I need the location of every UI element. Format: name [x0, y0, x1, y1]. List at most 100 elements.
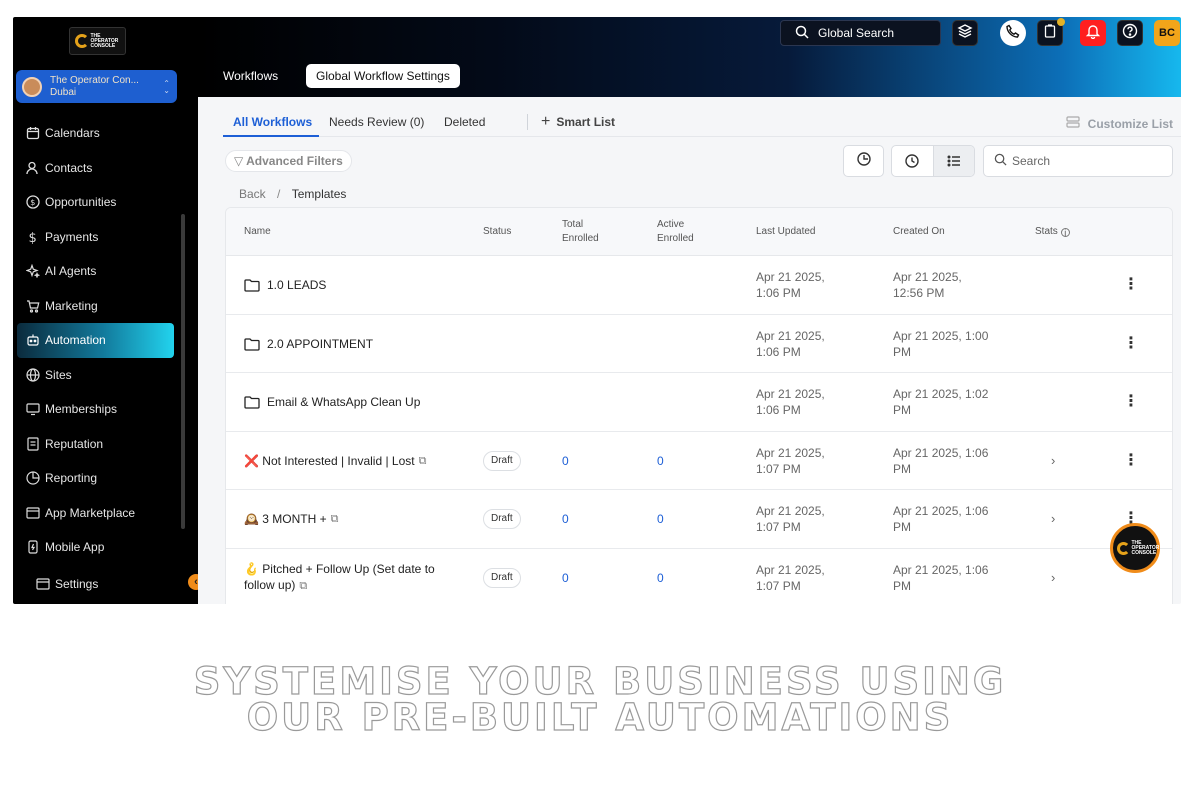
help-button[interactable] — [1117, 20, 1143, 46]
row-active-enrolled[interactable]: 0 — [657, 549, 664, 605]
notes-button[interactable] — [1037, 18, 1065, 46]
contacts-icon — [25, 160, 41, 176]
advanced-filters-label: Advanced Filters — [246, 154, 343, 168]
membership-icon — [25, 401, 41, 417]
row-name[interactable]: 🪝 Pitched + Follow Up (Set date to follo… — [244, 549, 435, 605]
table-row[interactable]: 2.0 APPOINTMENT Apr 21 2025, 1:06 PM Apr … — [226, 315, 1172, 373]
row-stats-button[interactable]: › — [1051, 490, 1055, 548]
table-row[interactable]: 1.0 LEADS Apr 21 2025, 1:06 PM Apr 21 202… — [226, 256, 1172, 315]
external-link-icon[interactable]: ⧉ — [299, 580, 307, 592]
sidebar-item-ai-agents[interactable]: AI Agents — [25, 254, 175, 289]
row-menu-button[interactable]: ⋮ — [1123, 432, 1139, 490]
logo-text: THE OPERATOR CONSOLE — [90, 32, 119, 49]
floating-brand-badge[interactable]: THE OPERATOR CONSOLE — [1110, 523, 1160, 573]
info-icon: i — [1060, 227, 1070, 237]
clock-view-button[interactable] — [892, 146, 933, 176]
sidebar-item-contacts[interactable]: Contacts — [25, 151, 175, 186]
row-total-enrolled[interactable]: 0 — [562, 490, 569, 548]
row-name[interactable]: Email & WhatsApp Clean Up — [244, 373, 420, 431]
global-search-button[interactable]: Global Search — [780, 20, 941, 46]
advanced-filters-button[interactable]: ▽ Advanced Filters — [225, 150, 352, 172]
sidebar-item-settings[interactable]: Settings — [35, 567, 175, 602]
col-last-updated[interactable]: Last Updated — [756, 208, 816, 256]
sidebar-item-app-marketplace[interactable]: App Marketplace — [25, 496, 175, 531]
row-last-updated: Apr 21 2025, 1:07 PM — [756, 504, 825, 534]
row-created-on: Apr 21 2025, 1:00 PM — [893, 328, 989, 359]
headline-line-1: SYSTEMISE YOUR BUSINESS USING — [193, 660, 1007, 703]
sidebar-item-label: Opportunities — [45, 195, 117, 210]
breadcrumb-separator: / — [277, 187, 281, 201]
sidebar-item-automation[interactable]: Automation — [17, 323, 174, 358]
external-link-icon[interactable]: ⧉ — [419, 453, 427, 469]
view-toggle[interactable] — [891, 145, 975, 177]
row-active-enrolled[interactable]: 0 — [657, 490, 664, 548]
row-active-enrolled[interactable]: 0 — [657, 432, 664, 490]
divider — [527, 114, 528, 130]
sidebar-item-calendars[interactable]: Calendars — [25, 116, 175, 151]
sidebar-scrollbar[interactable] — [181, 214, 185, 529]
clock-icon — [905, 154, 920, 168]
table-row[interactable]: 🕰️ 3 MONTH + ⧉ Draft 0 0 Apr 21 2025, 1:0… — [226, 490, 1172, 549]
sidebar-item-payments[interactable]: $ Payments — [25, 220, 175, 255]
robot-icon — [25, 332, 41, 348]
row-stats-button[interactable]: › — [1051, 432, 1055, 490]
phone-button[interactable] — [1000, 20, 1026, 46]
external-link-icon[interactable]: ⧉ — [331, 511, 339, 527]
row-stats-button[interactable]: › — [1051, 549, 1055, 605]
table-row[interactable]: Email & WhatsApp Clean Up Apr 21 2025, 1:… — [226, 373, 1172, 432]
folder-icon — [244, 278, 260, 292]
sidebar-item-label: Reporting — [45, 471, 98, 486]
col-total-enrolled[interactable]: Total Enrolled — [562, 208, 599, 256]
row-total-enrolled[interactable]: 0 — [562, 432, 569, 490]
tab-deleted[interactable]: Deleted — [444, 115, 485, 129]
sidebar-item-marketing[interactable]: Marketing — [25, 289, 175, 324]
smart-list-button[interactable]: + Smart List — [541, 113, 615, 131]
row-name[interactable]: 🕰️ 3 MONTH + ⧉ — [244, 490, 338, 548]
breadcrumb-back[interactable]: Back — [239, 187, 266, 201]
sidebar-item-sites[interactable]: Sites — [25, 358, 175, 393]
sidebar-item-memberships[interactable]: Memberships — [25, 392, 175, 427]
sidebar-item-label: Sites — [45, 367, 72, 382]
chevron-updown-icon: ⌃ ⌄ — [163, 79, 170, 95]
col-status[interactable]: Status — [483, 208, 511, 256]
row-last-updated: Apr 21 2025, 1:06 PM — [756, 328, 825, 359]
col-active-enrolled[interactable]: Active Enrolled — [657, 208, 694, 256]
row-name[interactable]: ❌ Not Interested | Invalid | Lost ⧉ — [244, 432, 426, 490]
sidebar-item-mobile-app[interactable]: Mobile App — [25, 530, 175, 565]
sidebar-nav: Calendars Contacts $ Opportunities $ Pay… — [17, 116, 175, 602]
alerts-button[interactable] — [1080, 20, 1106, 46]
col-name[interactable]: Name — [244, 208, 271, 256]
row-total-enrolled[interactable]: 0 — [562, 549, 569, 605]
layers-button[interactable] — [952, 20, 978, 46]
customize-list-button[interactable]: Customize List — [1066, 115, 1173, 132]
col-stats[interactable]: Stats i — [1035, 208, 1070, 256]
status-badge: Draft — [483, 567, 521, 588]
tab-global-workflow-settings[interactable]: Global Workflow Settings — [306, 64, 460, 88]
table-row[interactable]: ❌ Not Interested | Invalid | Lost ⧉ Draf… — [226, 432, 1172, 490]
tab-all-workflows[interactable]: All Workflows — [233, 115, 312, 129]
row-menu-button[interactable]: ⋮ — [1123, 256, 1139, 314]
sidebar: THE OPERATOR CONSOLE The Operator Con...… — [13, 17, 198, 604]
search-input[interactable]: Search — [983, 145, 1173, 177]
table-row[interactable]: 🪝 Pitched + Follow Up (Set date to follo… — [226, 549, 1172, 605]
row-created-on: Apr 21 2025, 1:02 PM — [893, 387, 989, 417]
user-avatar-button[interactable]: BC — [1154, 20, 1180, 46]
row-menu-button[interactable]: ⋮ — [1123, 315, 1139, 373]
tab-needs-review[interactable]: Needs Review (0) — [329, 115, 424, 129]
smart-list-label: Smart List — [556, 115, 616, 129]
workflows-table: Name Status Total Enrolled Active Enrolled… — [225, 207, 1173, 604]
sidebar-item-reporting[interactable]: Reporting — [25, 461, 175, 496]
row-menu-button[interactable]: ⋮ — [1123, 373, 1139, 431]
tab-workflows[interactable]: Workflows — [223, 69, 278, 83]
row-status: Draft — [483, 490, 521, 548]
history-button[interactable] — [843, 145, 884, 177]
account-switcher[interactable]: The Operator Con... Dubai ⌃ ⌄ — [16, 70, 177, 103]
col-created-on[interactable]: Created On — [893, 208, 945, 256]
brand-logo[interactable]: THE OPERATOR CONSOLE — [69, 27, 126, 55]
list-view-button[interactable] — [932, 146, 974, 176]
row-name[interactable]: 1.0 LEADS — [244, 256, 326, 314]
row-name[interactable]: 2.0 APPOINTMENT — [244, 315, 373, 373]
sidebar-item-opportunities[interactable]: $ Opportunities — [25, 185, 175, 220]
list-icon — [947, 155, 960, 167]
sidebar-item-reputation[interactable]: Reputation — [25, 427, 175, 462]
